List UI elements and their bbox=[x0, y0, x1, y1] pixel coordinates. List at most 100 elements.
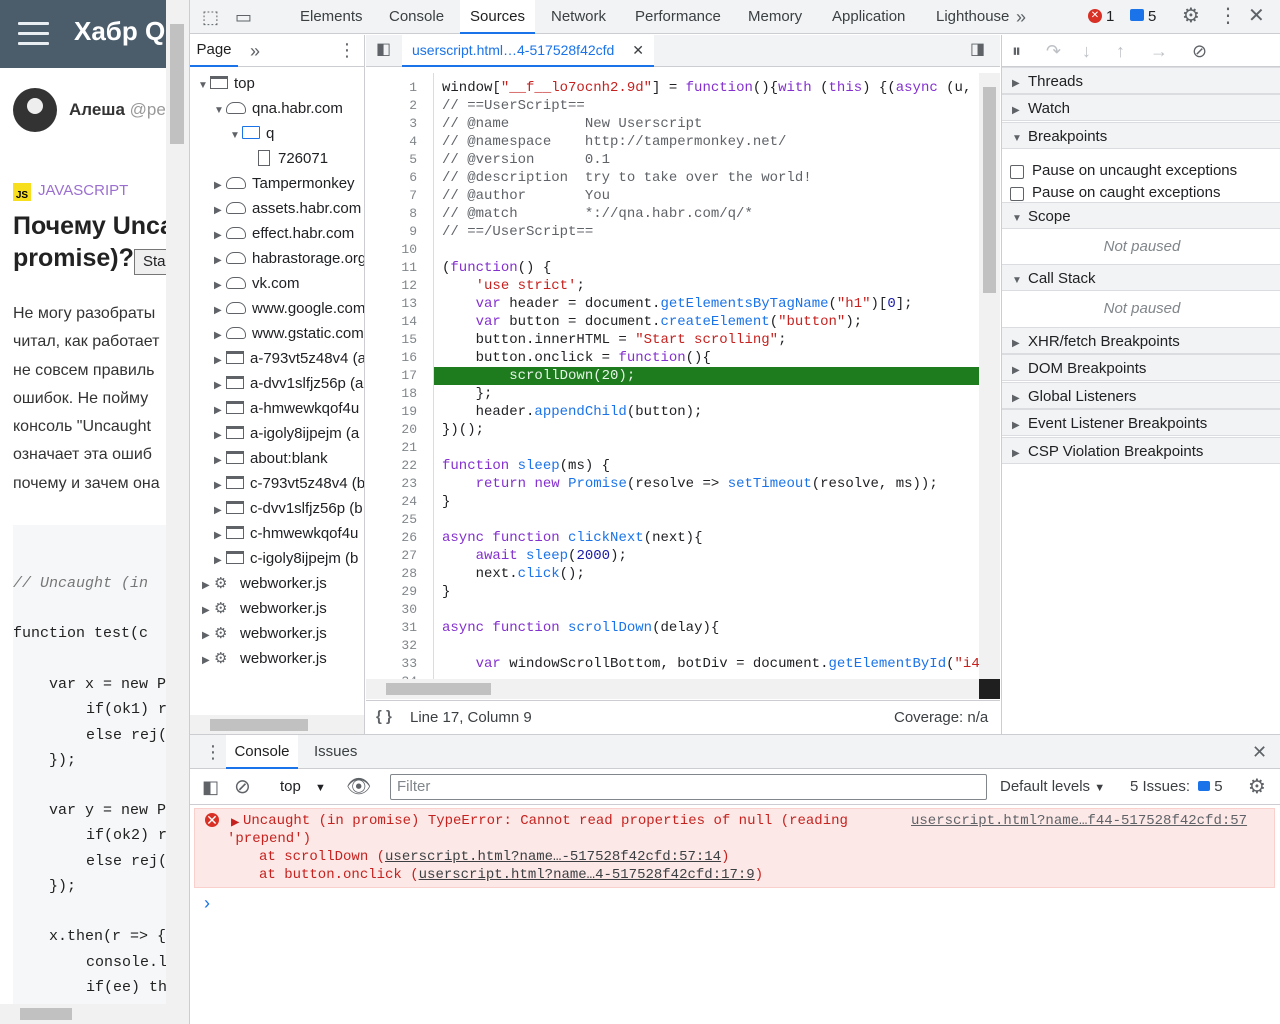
section-dom-breakpoints[interactable]: ▶ DOM Breakpoints bbox=[1002, 354, 1280, 381]
more-tabs-icon[interactable]: » bbox=[1016, 8, 1026, 26]
line-number[interactable]: 14 bbox=[401, 313, 417, 331]
tree-item[interactable]: ▶ vk.com bbox=[214, 271, 300, 296]
issues-count[interactable]: 5 bbox=[1148, 8, 1156, 25]
tree-item[interactable]: ▶ c-igoly8ijpejm (b bbox=[214, 546, 358, 571]
collapsed-arrow-icon[interactable]: ▶ bbox=[214, 298, 226, 323]
line-number[interactable]: 19 bbox=[401, 403, 417, 421]
section-breakpoints[interactable]: ▼ Breakpoints bbox=[1002, 122, 1280, 149]
drawer-menu-icon[interactable]: ⋮ bbox=[204, 743, 222, 761]
editor-vscrollbar[interactable] bbox=[979, 73, 1000, 679]
more-navigator-tabs-icon[interactable]: » bbox=[250, 42, 260, 60]
close-devtools-icon[interactable]: ✕ bbox=[1248, 6, 1265, 26]
error-source-link[interactable]: userscript.html?name…f44-517528f42cfd:57 bbox=[911, 813, 1247, 829]
code-content[interactable]: window["__f__lo7ocnh2.9d"] = function(){… bbox=[434, 73, 979, 679]
tree-item[interactable]: ▶ habrastorage.org bbox=[214, 246, 364, 271]
deactivate-breakpoints-icon[interactable]: ⊘ bbox=[1192, 42, 1207, 60]
tree-item[interactable]: ▶ c-dvv1slfjz56p (b bbox=[214, 496, 363, 521]
line-number[interactable]: 8 bbox=[409, 205, 417, 223]
line-number[interactable]: 25 bbox=[401, 511, 417, 529]
line-number[interactable]: 11 bbox=[401, 259, 417, 277]
tree-item[interactable]: 726071 bbox=[246, 146, 328, 171]
filter-input[interactable]: Filter bbox=[390, 774, 987, 800]
console-settings-icon[interactable]: ⚙ bbox=[1248, 777, 1266, 797]
navigator-hscrollbar[interactable] bbox=[190, 715, 364, 734]
close-drawer-icon[interactable]: ✕ bbox=[1252, 743, 1267, 761]
line-number[interactable]: 5 bbox=[409, 151, 417, 169]
line-number[interactable]: 32 bbox=[401, 637, 417, 655]
step-over-icon[interactable]: ↷ bbox=[1046, 42, 1061, 60]
line-number[interactable]: 22 bbox=[401, 457, 417, 475]
line-number[interactable]: 21 bbox=[401, 439, 417, 457]
line-number[interactable]: 13 bbox=[401, 295, 417, 313]
line-number[interactable]: 3 bbox=[409, 115, 417, 133]
log-levels-select[interactable]: Default levels ▼ bbox=[1000, 778, 1105, 795]
section-event-listener-breakpoints[interactable]: ▶ Event Listener Breakpoints bbox=[1002, 409, 1280, 436]
page-scrollbar[interactable] bbox=[166, 0, 189, 1024]
section-threads[interactable]: ▶ Threads bbox=[1002, 67, 1280, 94]
close-tab-icon[interactable]: ✕ bbox=[632, 35, 644, 66]
line-number[interactable]: 7 bbox=[409, 187, 417, 205]
stack-frame-link[interactable]: userscript.html?name…4-517528f42cfd:17:9 bbox=[419, 867, 755, 883]
section-call-stack[interactable]: ▼ Call Stack bbox=[1002, 264, 1280, 291]
tree-item[interactable]: ▶ a-dvv1slfjz56p (a bbox=[214, 371, 363, 396]
expanded-arrow-icon[interactable]: ▼ bbox=[214, 98, 226, 123]
collapsed-arrow-icon[interactable]: ▶ bbox=[214, 423, 226, 448]
section-csp-violation-breakpoints[interactable]: ▶ CSP Violation Breakpoints bbox=[1002, 437, 1280, 464]
tree-item[interactable]: ▼ top bbox=[198, 71, 255, 96]
section-xhr-fetch-breakpoints[interactable]: ▶ XHR/fetch Breakpoints bbox=[1002, 327, 1280, 354]
avatar[interactable] bbox=[13, 88, 57, 132]
line-number-gutter[interactable]: 1 2 3 4 5 6 7 8 9 10 11 12 13 14 15 16 17 18 19 20 21 22 23 24 2… bbox=[366, 73, 434, 679]
line-number[interactable]: 20 bbox=[401, 421, 417, 439]
error-icon[interactable]: ✕ bbox=[1088, 9, 1102, 23]
live-expression-eye-icon[interactable]: 👁 bbox=[346, 777, 371, 797]
tab-page[interactable]: Page bbox=[190, 35, 238, 67]
step-out-icon[interactable]: ↑ bbox=[1116, 42, 1125, 60]
expanded-arrow-icon[interactable]: ▼ bbox=[230, 123, 242, 148]
section-watch[interactable]: ▶ Watch bbox=[1002, 94, 1280, 121]
expanded-arrow-icon[interactable]: ▼ bbox=[198, 73, 210, 98]
collapsed-arrow-icon[interactable]: ▶ bbox=[202, 598, 214, 623]
tree-item[interactable]: ▶ about:blank bbox=[214, 446, 328, 471]
collapsed-arrow-icon[interactable]: ▶ bbox=[202, 648, 214, 673]
tree-item[interactable]: ▶ a-hmwewkqof4u bbox=[214, 396, 359, 421]
coverage-status[interactable]: Coverage: n/a bbox=[894, 709, 988, 726]
context-select[interactable]: top ▼ bbox=[280, 778, 326, 795]
collapsed-arrow-icon[interactable]: ▶ bbox=[214, 348, 226, 373]
clear-console-icon[interactable]: ⊘ bbox=[234, 777, 251, 797]
collapsed-arrow-icon[interactable]: ▶ bbox=[214, 498, 226, 523]
editor-tab-userscript[interactable]: userscript.html…4-517528f42cfd ✕ bbox=[402, 35, 654, 67]
tab-application[interactable]: Application bbox=[822, 0, 915, 34]
line-number[interactable]: 17 bbox=[401, 367, 417, 385]
menu-icon[interactable] bbox=[18, 22, 49, 46]
console-prompt-icon[interactable]: › bbox=[204, 893, 210, 914]
author-name[interactable]: Алеша @pe bbox=[69, 100, 166, 120]
line-number[interactable]: 26 bbox=[401, 529, 417, 547]
tree-item[interactable]: ▶ ⚙ webworker.js bbox=[202, 621, 327, 646]
pause-uncaught-checkbox[interactable] bbox=[1010, 165, 1024, 179]
tree-item[interactable]: ▶ Tampermonkey bbox=[214, 171, 355, 196]
line-number[interactable]: 31 bbox=[401, 619, 417, 637]
collapsed-arrow-icon[interactable]: ▶ bbox=[202, 623, 214, 648]
tree-item[interactable]: ▶ a-igoly8ijpejm (a bbox=[214, 421, 359, 446]
tab-elements[interactable]: Elements bbox=[290, 0, 373, 34]
inspect-element-icon[interactable]: ⬚ bbox=[202, 8, 219, 26]
editor-hscrollbar[interactable] bbox=[366, 679, 979, 699]
line-number[interactable]: 23 bbox=[401, 475, 417, 493]
line-number[interactable]: 30 bbox=[401, 601, 417, 619]
tree-item[interactable]: ▶ c-hmwewkqof4u bbox=[214, 521, 358, 546]
device-toolbar-icon[interactable]: ▭ bbox=[235, 8, 252, 26]
more-options-icon[interactable]: ⋮ bbox=[1218, 6, 1238, 26]
collapsed-arrow-icon[interactable]: ▶ bbox=[214, 448, 226, 473]
tree-item[interactable]: ▶ a-793vt5z48v4 (a bbox=[214, 346, 364, 373]
line-number[interactable]: 6 bbox=[409, 169, 417, 187]
tree-item[interactable]: ▶ ⚙ webworker.js bbox=[202, 596, 327, 621]
collapsed-arrow-icon[interactable]: ▶ bbox=[214, 323, 226, 348]
collapsed-arrow-icon[interactable]: ▶ bbox=[214, 223, 226, 248]
tree-item[interactable]: ▶ c-793vt5z48v4 (b bbox=[214, 471, 364, 496]
toggle-navigator-icon[interactable]: ◧ bbox=[376, 42, 391, 58]
section-global-listeners[interactable]: ▶ Global Listeners bbox=[1002, 382, 1280, 409]
tree-item[interactable]: ▶ assets.habr.com bbox=[214, 196, 361, 221]
tree-item[interactable]: ▼ qna.habr.com bbox=[214, 96, 343, 121]
tree-item[interactable]: ▶ ⚙ webworker.js bbox=[202, 646, 327, 671]
pause-caught-checkbox[interactable] bbox=[1010, 187, 1024, 201]
